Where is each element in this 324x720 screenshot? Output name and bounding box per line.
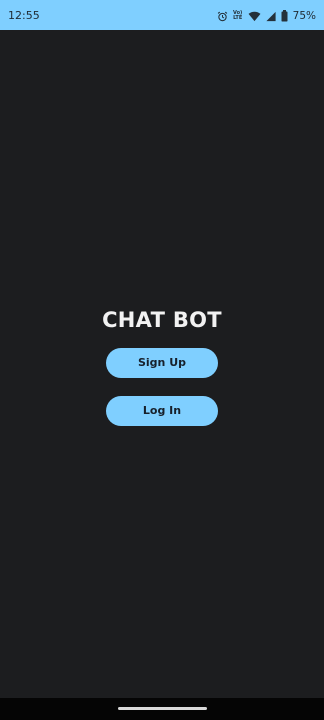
sign-up-button[interactable]: Sign Up — [106, 348, 218, 378]
battery-icon — [281, 10, 288, 22]
home-gesture-handle[interactable] — [118, 707, 207, 710]
wifi-icon — [248, 11, 261, 21]
alarm-icon — [217, 11, 227, 21]
app-title: CHAT BOT — [102, 308, 222, 332]
battery-percentage: 75% — [292, 10, 316, 22]
app-screen: 12:55 Vo) LTE 75% CHAT BOT Sign Up Log I… — [0, 0, 324, 720]
status-time: 12:55 — [8, 9, 40, 22]
cellular-signal-icon — [266, 11, 276, 21]
log-in-button[interactable]: Log In — [106, 396, 218, 426]
volte-indicator: Vo) LTE — [232, 10, 243, 21]
status-bar: 12:55 Vo) LTE 75% — [0, 0, 324, 30]
status-icons: Vo) LTE 75% — [217, 9, 316, 23]
navigation-bar — [0, 698, 324, 720]
